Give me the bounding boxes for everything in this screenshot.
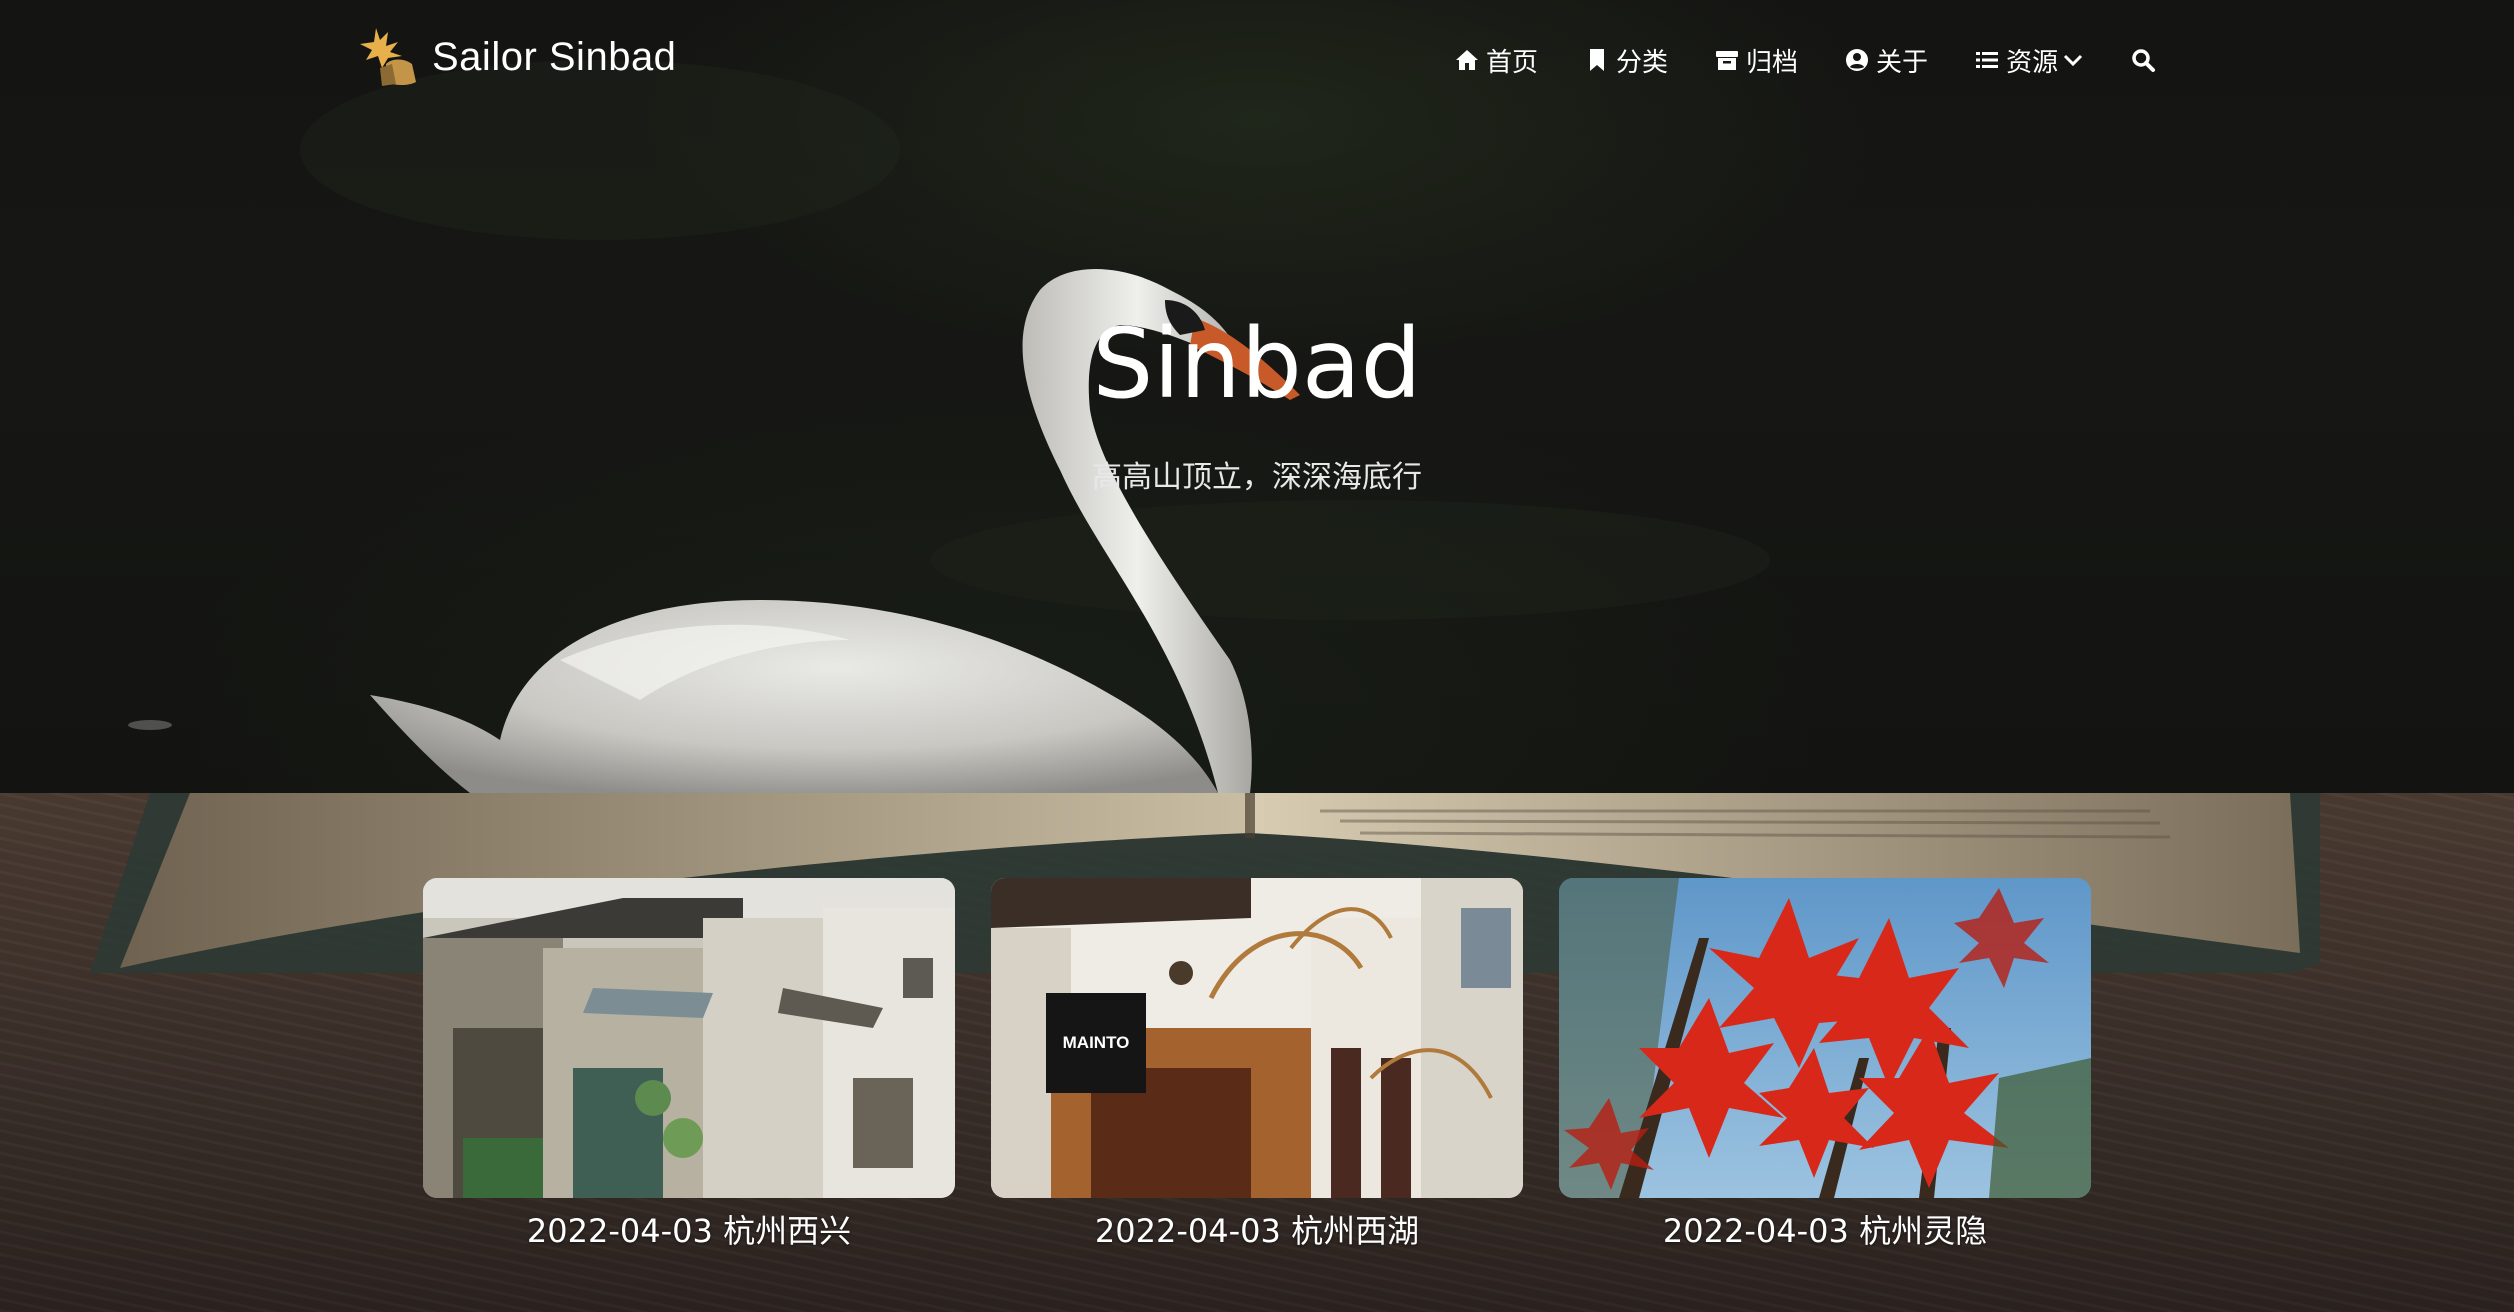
west-lake-shop-photo: MAINTO [991,878,1523,1198]
top-navbar: Sailor Sinbad 首页 分类 归档 关于 资源 [0,0,2514,120]
nav-item-label: 首页 [1486,47,1539,78]
nav-item-label: 分类 [1616,47,1669,78]
nav-item-categories[interactable]: 分类 [1584,38,1668,82]
nav-item-label: 归档 [1746,47,1799,78]
card-caption: 2022-04-03 杭州西湖 [1094,1212,1420,1250]
bookmark-icon [1590,49,1605,71]
brand-name: Sailor Sinbad [432,34,677,79]
photo-card[interactable]: 2022-04-03 杭州灵隐 [1559,878,2091,1252]
card-caption: 2022-04-03 杭州灵隐 [1662,1212,1988,1250]
search-icon [2132,49,2156,72]
chevron-down-icon [2064,54,2083,67]
main-menu: 首页 分类 归档 关于 资源 [1454,38,2162,82]
nav-item-home[interactable]: 首页 [1454,38,1538,82]
nav-item-archives[interactable]: 归档 [1714,38,1798,82]
card-photo: MAINTO [991,878,1523,1198]
xixing-street-photo [423,878,955,1198]
gallery-section: 2022-04-03 杭州西兴 MAINTO 2022-04-03 杭州西湖 2… [0,793,2514,1312]
nav-item-label: 资源 [2006,47,2059,78]
nav-item-resources[interactable]: 资源 [1974,38,2084,82]
home-icon [1456,50,1478,70]
archive-icon [1716,51,1739,70]
lingyin-maple-photo [1559,878,2091,1198]
hero-subtitle: 高高山顶立，深深海底行 [1092,460,1422,495]
user-circle-icon [1846,49,1869,71]
photo-card[interactable]: MAINTO 2022-04-03 杭州西湖 [991,878,1523,1252]
card-photo [423,878,955,1198]
shop-sign-text: MAINTO [1063,1033,1130,1052]
hero-title: Sinbad [1092,308,1422,420]
maple-leaf-logo-icon [360,28,416,86]
nav-item-label: 关于 [1876,47,1929,78]
card-photo [1559,878,2091,1198]
card-caption: 2022-04-03 杭州西兴 [526,1212,852,1250]
search-button[interactable] [2130,38,2162,82]
list-icon [1976,52,1999,68]
photo-card[interactable]: 2022-04-03 杭州西兴 [423,878,955,1252]
nav-item-about[interactable]: 关于 [1844,38,1928,82]
brand-link[interactable]: Sailor Sinbad [356,22,676,92]
